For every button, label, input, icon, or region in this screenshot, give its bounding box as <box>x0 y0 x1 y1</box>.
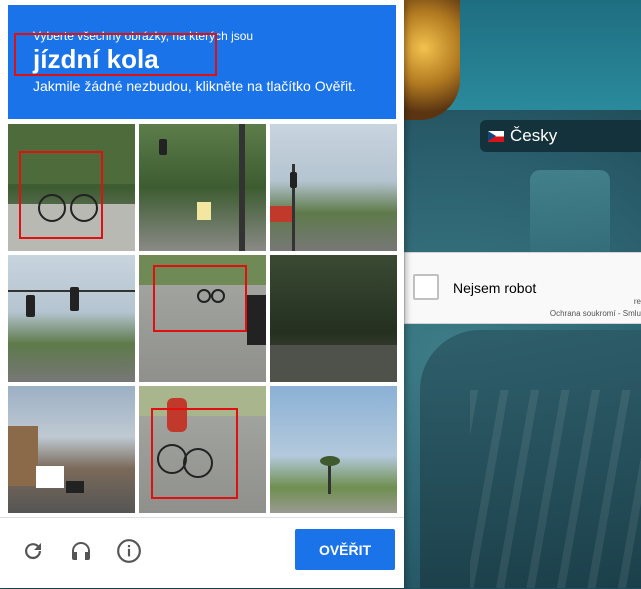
target-highlight-box <box>14 33 217 76</box>
language-label: Česky <box>510 126 558 145</box>
bicycle-highlight-box <box>19 151 103 239</box>
shipwreck-ribs <box>470 390 641 588</box>
instruction-bottom: Jakmile žádné nezbudou, klikněte na tlač… <box>33 78 356 94</box>
traffic-light <box>26 295 35 317</box>
traffic-light <box>159 139 167 155</box>
image-grid <box>8 124 397 513</box>
bicycle-highlight-box <box>153 265 247 332</box>
recaptcha-brand: re <box>633 297 641 306</box>
language-selector[interactable]: Česky <box>480 120 641 152</box>
image-tile-6[interactable] <box>270 255 397 382</box>
challenge-footer: OVĚŘIT <box>0 517 404 589</box>
traffic-light <box>70 287 79 311</box>
verify-button[interactable]: OVĚŘIT <box>295 529 395 570</box>
reload-icon[interactable] <box>18 536 48 566</box>
image-tile-5[interactable] <box>139 255 266 382</box>
image-tile-9[interactable] <box>270 386 397 513</box>
info-icon[interactable] <box>114 536 144 566</box>
golden-ornament <box>400 0 460 120</box>
not-robot-checkbox[interactable] <box>413 274 439 300</box>
traffic-light <box>290 172 297 188</box>
recaptcha-anchor: Nejsem robot re Ochrana soukromí - Smlu <box>404 252 641 324</box>
utility-pole <box>239 124 245 251</box>
checkbox-label: Nejsem robot <box>453 280 537 296</box>
image-tile-7[interactable] <box>8 386 135 513</box>
image-tile-2[interactable] <box>139 124 266 251</box>
headphones-icon[interactable] <box>66 536 96 566</box>
bicycle-highlight-box <box>151 408 238 499</box>
palm-trunk <box>328 464 331 494</box>
privacy-terms-link[interactable]: Ochrana soukromí - Smlu <box>550 309 641 318</box>
image-tile-3[interactable] <box>270 124 397 251</box>
recaptcha-challenge: Vyberte všechny obrázky, na kterých jsou… <box>0 0 404 588</box>
image-tile-4[interactable] <box>8 255 135 382</box>
image-tile-1[interactable] <box>8 124 135 251</box>
image-tile-8[interactable] <box>139 386 266 513</box>
czech-flag-icon <box>488 130 504 142</box>
